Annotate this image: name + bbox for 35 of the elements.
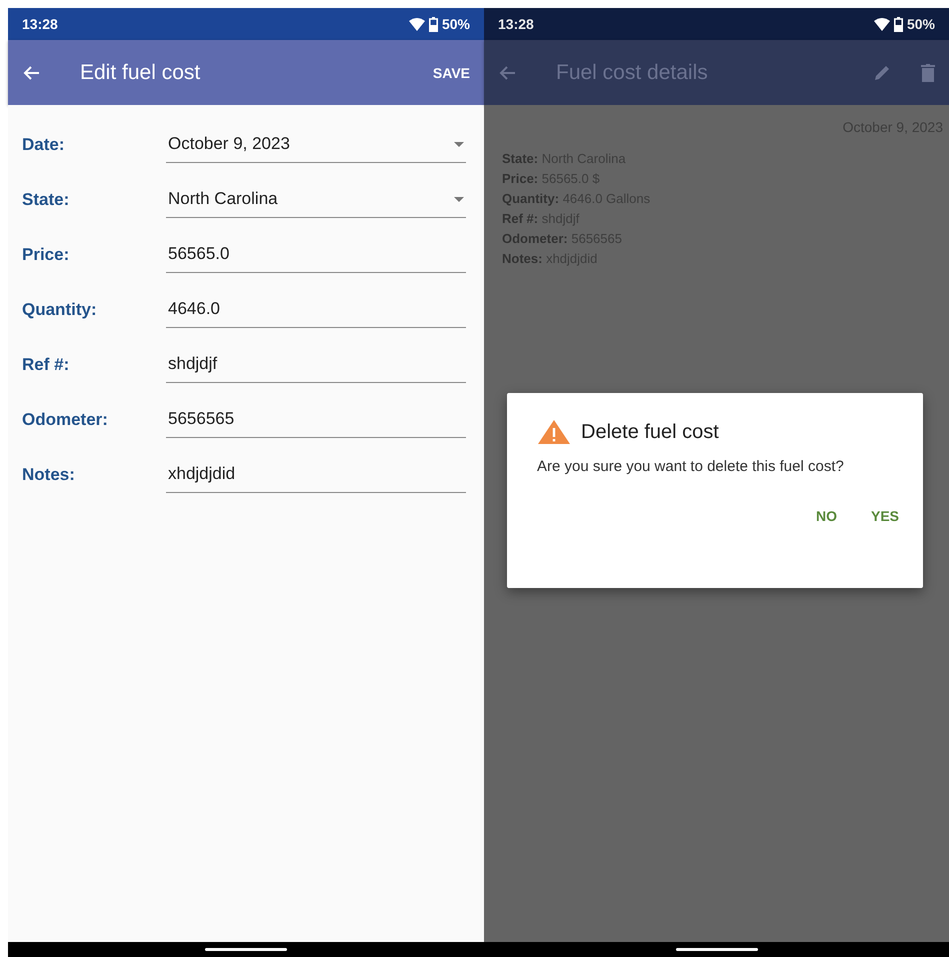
field-label: Notes:	[22, 464, 76, 484]
field-label: Quantity:	[22, 300, 98, 320]
field-label: Odometer:	[22, 410, 109, 430]
dialog-button[interactable]: YES	[870, 504, 899, 528]
wifi-icon	[874, 18, 890, 30]
warning-icon	[537, 419, 571, 445]
trash-icon[interactable]	[921, 64, 935, 82]
status-time: 13:28	[22, 16, 58, 32]
back-arrow-icon[interactable]	[498, 64, 516, 80]
dropdown-field[interactable]: North Carolina	[166, 182, 466, 218]
field-label: Date:	[22, 134, 66, 154]
input-field[interactable]: 5656565	[166, 402, 466, 438]
dialog-title: Delete fuel cost	[581, 420, 719, 444]
input-field[interactable]: xhdjdjdid	[166, 456, 466, 492]
status-time: 13:28	[498, 16, 534, 32]
screen-title: Edit fuel cost	[80, 60, 202, 84]
input-field[interactable]: 4646.0	[166, 292, 466, 328]
dialog-message: Are you sure you want to delete this fuel cost?	[537, 457, 845, 476]
caret-icon	[454, 196, 464, 202]
save-button[interactable]: SAVE	[432, 58, 470, 86]
input-field[interactable]: shdjdjf	[166, 346, 466, 382]
dropdown-field[interactable]: October 9, 2023	[166, 126, 466, 162]
pencil-icon[interactable]	[873, 64, 891, 82]
field-label: Ref #:	[22, 354, 70, 374]
battery-icon	[894, 16, 903, 32]
battery-icon	[428, 16, 438, 32]
caret-icon	[454, 142, 464, 146]
field-label: State:	[22, 190, 70, 210]
battery-percent: 50%	[906, 16, 935, 32]
field-label: Price:	[22, 244, 70, 264]
screen-title: Fuel cost details	[556, 60, 709, 84]
dialog-button[interactable]: NO	[816, 504, 837, 528]
battery-percent: 50%	[442, 16, 470, 32]
wifi-icon	[408, 18, 425, 30]
input-field[interactable]: 56565.0	[166, 236, 466, 272]
